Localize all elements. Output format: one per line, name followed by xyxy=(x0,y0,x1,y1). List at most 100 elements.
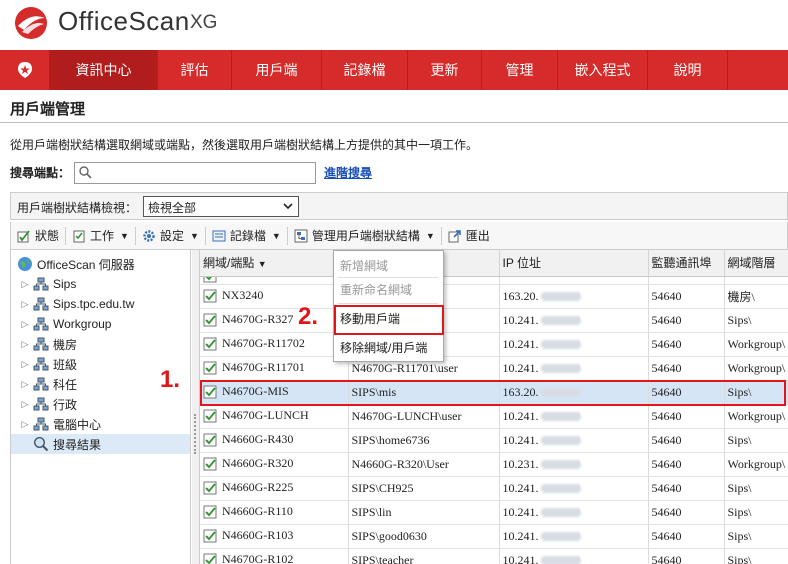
cell-ip: 10.241. xyxy=(499,500,649,525)
cell-port xyxy=(648,276,725,285)
nav-plugins[interactable]: 嵌入程式 xyxy=(558,50,648,90)
expand-arrow-icon[interactable]: ▷ xyxy=(19,399,31,410)
search-input[interactable] xyxy=(95,164,311,182)
domain-network-icon xyxy=(33,317,49,331)
tree-item-classes[interactable]: ▷ 班級 xyxy=(19,354,77,374)
advanced-search-link[interactable]: 進階搜尋 xyxy=(324,164,372,181)
table-row[interactable]: N4660G-R430 SIPS\home6736 10.241. 54640 Sips… xyxy=(200,428,788,453)
logs-button[interactable]: 記錄檔 ▼ xyxy=(206,223,287,249)
tree-item-label: 搜尋結果 xyxy=(53,437,102,452)
nav-administration[interactable]: 管理 xyxy=(482,50,558,90)
expand-arrow-icon[interactable]: ▷ xyxy=(19,339,31,350)
table-row[interactable]: N4670G-R102 SIPS\teacher 10.241. 54640 Sips\ xyxy=(200,548,788,564)
menu-add-domain[interactable]: 新增網域 xyxy=(338,255,438,275)
manage-tree-button[interactable]: 管理用戶端樹狀結構 ▼ xyxy=(288,223,441,249)
table-row[interactable] xyxy=(200,276,788,285)
table-row[interactable]: NX3240tor163.20.54640機房\ xyxy=(200,284,788,309)
cell-endpoint xyxy=(200,276,349,285)
cell-hierarchy: 機房\ xyxy=(724,284,788,309)
online-agent-icon xyxy=(203,361,217,375)
expand-arrow-icon[interactable]: ▷ xyxy=(19,279,31,290)
chevron-down-icon xyxy=(283,203,293,210)
tree-item-server-room[interactable]: ▷ 機房 xyxy=(19,334,77,354)
column-header-hierarchy[interactable]: 網域階層 xyxy=(724,250,788,277)
splitter-grip-icon[interactable] xyxy=(194,414,197,454)
tree-item-computer-center[interactable]: ▷ 電腦中心 xyxy=(19,414,101,434)
cell-port: 54640 xyxy=(648,524,725,549)
online-agent-icon xyxy=(203,529,217,543)
title-divider xyxy=(0,122,788,123)
menu-divider xyxy=(338,303,438,304)
online-agent-icon xyxy=(203,433,217,447)
settings-button[interactable]: 設定 ▼ xyxy=(136,223,205,249)
cell-hierarchy: Sips\ xyxy=(724,476,788,501)
tree-view-label: 用戶端樹狀結構檢視： xyxy=(17,201,138,215)
cell-endpoint: N4660G-R320 xyxy=(200,452,349,477)
cell-endpoint: N4670G-R11702 xyxy=(200,332,349,357)
expand-arrow-icon[interactable]: ▷ xyxy=(19,379,31,390)
tasks-button[interactable]: 工作 ▼ xyxy=(66,223,135,249)
tree-view-select[interactable]: 檢視全部 xyxy=(143,196,299,217)
tree-item-search-results[interactable]: 搜尋結果 xyxy=(11,434,190,454)
agent-tree: OfficeScan 伺服器 ▷ Sips ▷ Sips.tpc.edu.tw … xyxy=(10,250,191,564)
expand-arrow-icon[interactable]: ▷ xyxy=(19,319,31,330)
export-icon xyxy=(448,229,461,242)
cell-hierarchy: Workgroup\ xyxy=(724,404,788,429)
online-agent-icon xyxy=(203,337,217,351)
table-row[interactable]: N4660G-R225 SIPS\CH925 10.241. 54640 Sips\ xyxy=(200,476,788,501)
column-header-endpoint[interactable]: 網域/端點 ▼ xyxy=(200,250,349,277)
tree-item-label: 行政 xyxy=(53,397,78,412)
nav-dashboard[interactable]: 資訊中心 xyxy=(50,50,158,90)
cell-domain: SIPS\home6736 xyxy=(348,428,500,453)
nav-home-button[interactable] xyxy=(0,50,50,90)
tree-item-sips[interactable]: ▷ Sips xyxy=(19,274,77,294)
menu-remove-domain-agent[interactable]: 移除網域/用戶端 xyxy=(338,337,438,357)
tree-item-admin[interactable]: ▷ 行政 xyxy=(19,394,77,414)
column-header-ip[interactable]: IP 位址 xyxy=(499,250,649,277)
table-row[interactable]: N4660G-R110 SIPS\lin 10.241. 54640 Sips\ xyxy=(200,500,788,525)
tree-item-label: 電腦中心 xyxy=(53,417,102,432)
column-header-port[interactable]: 監聽通訊埠 xyxy=(648,250,725,277)
cell-ip: 10.241. xyxy=(499,308,649,333)
cell-port: 54640 xyxy=(648,356,725,381)
tree-root-label: OfficeScan 伺服器 xyxy=(37,257,135,272)
expand-arrow-icon[interactable]: ▷ xyxy=(19,359,31,370)
table-row[interactable]: N4670G-R11701 N4670G-R11701\user 10.241. 54… xyxy=(200,356,788,381)
toolbar: 狀態 工作 ▼ 設定 ▼ 記錄檔 ▼ 管理用戶端樹狀結構 ▼ 匯出 xyxy=(10,222,788,250)
tree-item-subjects[interactable]: ▷ 科任 xyxy=(19,374,77,394)
tree-item-sips-tpc[interactable]: ▷ Sips.tpc.edu.tw xyxy=(19,294,135,314)
nav-updates[interactable]: 更新 xyxy=(408,50,482,90)
nav-assessment[interactable]: 評估 xyxy=(158,50,232,90)
table-row[interactable]: N4660G-R103 SIPS\good0630 10.241. 54640 Sips… xyxy=(200,524,788,549)
online-agent-icon xyxy=(203,505,217,519)
table-row[interactable]: N4670G-R11702ser10.241.54640Workgroup\ xyxy=(200,332,788,357)
domain-network-icon xyxy=(33,357,49,371)
table-row[interactable]: N4660G-R320 N4660G-R320\User 10.231. 54640 W… xyxy=(200,452,788,477)
expand-arrow-icon[interactable]: ▷ xyxy=(19,419,31,430)
expand-arrow-icon[interactable]: ▷ xyxy=(19,299,31,310)
cell-hierarchy: Workgroup\ xyxy=(724,332,788,357)
page-description: 從用戶端樹狀結構選取網域或端點，然後選取用戶端樹狀結構上方提供的其中一項工作。 xyxy=(10,138,479,152)
nav-help[interactable]: 說明 xyxy=(648,50,728,90)
table-row[interactable]: N4670G-R327 10.241. 54640 Sips\ xyxy=(200,308,788,333)
cell-domain: SIPS\good0630 xyxy=(348,524,500,549)
cell-endpoint: N4660G-R225 xyxy=(200,476,349,501)
export-button[interactable]: 匯出 xyxy=(442,223,496,249)
tree-root-server[interactable]: OfficeScan 伺服器 xyxy=(15,254,135,274)
cell-hierarchy: Workgroup\ xyxy=(724,452,788,477)
pane-splitter[interactable] xyxy=(192,250,200,564)
tree-structure-icon xyxy=(294,229,308,242)
trend-micro-logo-icon xyxy=(15,7,47,39)
online-agent-icon xyxy=(203,409,217,423)
status-icon xyxy=(17,229,30,242)
product-version: XG xyxy=(190,12,218,33)
tree-view-selected: 檢視全部 xyxy=(148,201,197,215)
tree-item-workgroup[interactable]: ▷ Workgroup xyxy=(19,314,112,334)
nav-logs[interactable]: 記錄檔 xyxy=(322,50,408,90)
menu-rename-domain[interactable]: 重新命名網域 xyxy=(338,279,438,299)
domain-network-icon xyxy=(33,297,49,311)
status-button[interactable]: 狀態 xyxy=(11,223,65,249)
redacted-ip-blur xyxy=(540,508,581,518)
nav-agents[interactable]: 用戶端 xyxy=(232,50,322,90)
table-row[interactable]: N4670G-LUNCH N4670G-LUNCH\user 10.241. 5464… xyxy=(200,404,788,429)
